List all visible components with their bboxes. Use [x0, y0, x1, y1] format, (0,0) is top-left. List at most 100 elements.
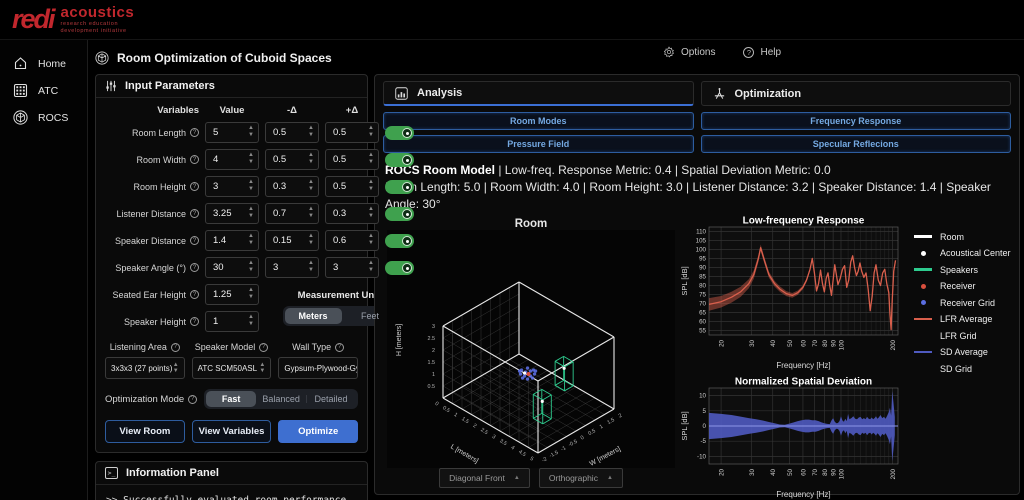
svg-text:Low-frequency Response: Low-frequency Response: [743, 216, 865, 227]
info-icon[interactable]: ?: [190, 155, 199, 164]
param-plus-delta-input[interactable]: 0.6▲▼: [325, 230, 379, 251]
active-toggle[interactable]: [385, 180, 414, 194]
pressure-field-button[interactable]: Pressure Field: [383, 135, 694, 153]
tab-optimization[interactable]: Optimization: [701, 81, 1012, 106]
svg-text:80: 80: [822, 469, 829, 476]
select-speaker-model[interactable]: ATC SCM50ASL▲▼: [192, 357, 272, 379]
spinner-arrows[interactable]: ▲▼: [308, 125, 314, 139]
param-value-input[interactable]: 3.25▲▼: [205, 203, 259, 224]
spinner-arrows[interactable]: ▲▼: [368, 233, 374, 247]
sidebar-item-home[interactable]: Home: [0, 50, 87, 77]
spinner-arrows[interactable]: ▲▼: [308, 179, 314, 193]
param-value-input[interactable]: 1▲▼: [205, 311, 259, 332]
param-minus-delta-input[interactable]: 0.15▲▼: [265, 230, 319, 251]
param-minus-delta-input[interactable]: 0.5▲▼: [265, 149, 319, 170]
view-angle-select[interactable]: Diagonal Front▲: [439, 468, 530, 488]
spinner-arrows[interactable]: ▲▼: [248, 287, 254, 301]
spinner-arrows[interactable]: ▲▼: [248, 314, 254, 328]
param-plus-delta-input[interactable]: 0.5▲▼: [325, 149, 379, 170]
spinner-arrows[interactable]: ▲▼: [308, 260, 314, 274]
select-wall-type[interactable]: Gypsum-Plywood-Gyps▲▼: [278, 357, 358, 379]
param-value-input[interactable]: 1.4▲▼: [205, 230, 259, 251]
info-icon[interactable]: ?: [190, 290, 199, 299]
param-value-input[interactable]: 3▲▼: [205, 176, 259, 197]
spinner-arrows[interactable]: ▲▼: [248, 179, 254, 193]
spinner-arrows[interactable]: ▲▼: [368, 179, 374, 193]
legend-item-receiver[interactable]: Receiver: [913, 278, 1011, 295]
legend-item-lfr-average[interactable]: LFR Average: [913, 311, 1011, 328]
low-frequency-response-chart[interactable]: 2030405060708090100200556065707580859095…: [679, 214, 903, 372]
spinner-arrows[interactable]: ▲▼: [308, 206, 314, 220]
legend-item-sd-grid[interactable]: SD Grid: [913, 360, 1011, 377]
info-icon[interactable]: ?: [190, 236, 199, 245]
spinner-arrows[interactable]: ▲▼: [368, 260, 374, 274]
mode-option-balanced[interactable]: Balanced: [256, 391, 306, 407]
info-icon[interactable]: ?: [259, 343, 268, 352]
active-toggle[interactable]: [385, 261, 414, 275]
spinner-arrows[interactable]: ▲▼: [368, 206, 374, 220]
mode-option-detailed[interactable]: Detailed: [306, 391, 356, 407]
spinner-arrows[interactable]: ▲▼: [248, 125, 254, 139]
spinner-arrows[interactable]: ▲▼: [248, 206, 254, 220]
info-icon[interactable]: ?: [171, 343, 180, 352]
room-3d-plot[interactable]: 00.511.522.533.544.55-2-1.5-1-0.500.511.…: [387, 230, 675, 468]
spinner-arrows[interactable]: ▲▼: [368, 152, 374, 166]
param-value-input[interactable]: 4▲▼: [205, 149, 259, 170]
unit-option-feet[interactable]: Feet: [342, 308, 399, 324]
spinner-arrows[interactable]: ▲▼: [368, 125, 374, 139]
help-button[interactable]: ? Help: [743, 47, 781, 58]
unit-option-meters[interactable]: Meters: [285, 308, 342, 324]
active-toggle[interactable]: [385, 126, 414, 140]
active-toggle[interactable]: [385, 207, 414, 221]
legend-item-room[interactable]: Room: [913, 228, 1011, 245]
legend-item-receiver-grid[interactable]: Receiver Grid: [913, 294, 1011, 311]
options-button[interactable]: Options: [663, 46, 715, 58]
svg-text:200: 200: [890, 469, 897, 480]
spinner-arrows[interactable]: ▲▼: [248, 233, 254, 247]
info-icon[interactable]: ?: [190, 317, 199, 326]
tab-analysis[interactable]: Analysis: [383, 81, 694, 106]
param-minus-delta-input[interactable]: 0.5▲▼: [265, 122, 319, 143]
param-value-input[interactable]: 30▲▼: [205, 257, 259, 278]
projection-select[interactable]: Orthographic▲: [539, 468, 623, 488]
spinner-arrows[interactable]: ▲▼: [248, 152, 254, 166]
spinner-arrows[interactable]: ▲▼: [248, 260, 254, 274]
sidebar-item-atc[interactable]: ATC: [0, 77, 87, 104]
view-room-button[interactable]: View Room: [105, 420, 185, 443]
info-icon[interactable]: ?: [190, 182, 199, 191]
legend-label: Speakers: [940, 265, 978, 275]
info-icon[interactable]: ?: [190, 128, 199, 137]
spinner-arrows[interactable]: ▲▼: [308, 233, 314, 247]
frequency-response-button[interactable]: Frequency Response: [701, 112, 1012, 130]
param-plus-delta-input[interactable]: 0.5▲▼: [325, 176, 379, 197]
info-icon[interactable]: ?: [335, 343, 344, 352]
param-label: Room Height?: [105, 182, 199, 192]
param-plus-delta-input[interactable]: 0.5▲▼: [325, 122, 379, 143]
info-icon[interactable]: ?: [190, 263, 199, 272]
view-variables-button[interactable]: View Variables: [192, 420, 272, 443]
optimize-button[interactable]: Optimize: [278, 420, 358, 443]
select-listening-area[interactable]: 3x3x3 (27 points)▲▼: [105, 357, 185, 379]
mode-option-fast[interactable]: Fast: [206, 391, 256, 407]
room-modes-button[interactable]: Room Modes: [383, 112, 694, 130]
param-minus-delta-input[interactable]: 0.3▲▼: [265, 176, 319, 197]
legend-item-speakers[interactable]: Speakers: [913, 261, 1011, 278]
param-plus-delta-input[interactable]: 3▲▼: [325, 257, 379, 278]
param-plus-delta-input[interactable]: 0.3▲▼: [325, 203, 379, 224]
legend-item-acoustical-center[interactable]: Acoustical Center: [913, 245, 1011, 262]
info-icon[interactable]: ?: [190, 209, 199, 218]
legend-item-sd-average[interactable]: SD Average: [913, 344, 1011, 361]
param-minus-delta-input[interactable]: 3 ▲▼: [265, 257, 319, 278]
info-icon[interactable]: ?: [188, 395, 197, 404]
param-minus-delta-input[interactable]: 0.7▲▼: [265, 203, 319, 224]
specular-reflecions-button[interactable]: Specular Reflecions: [701, 135, 1012, 153]
param-value-input[interactable]: 5▲▼: [205, 122, 259, 143]
sidebar-item-rocs[interactable]: ROCS: [0, 104, 87, 131]
spinner-arrows[interactable]: ▲▼: [308, 152, 314, 166]
spatial-deviation-chart[interactable]: 2030405060708090100200-10-50510Normalize…: [679, 375, 903, 500]
active-toggle[interactable]: [385, 153, 414, 167]
field-value: 3: [273, 262, 278, 273]
param-value-input[interactable]: 1.25▲▼: [205, 284, 259, 305]
active-toggle[interactable]: [385, 234, 414, 248]
legend-item-lfr-grid[interactable]: LFR Grid: [913, 327, 1011, 344]
